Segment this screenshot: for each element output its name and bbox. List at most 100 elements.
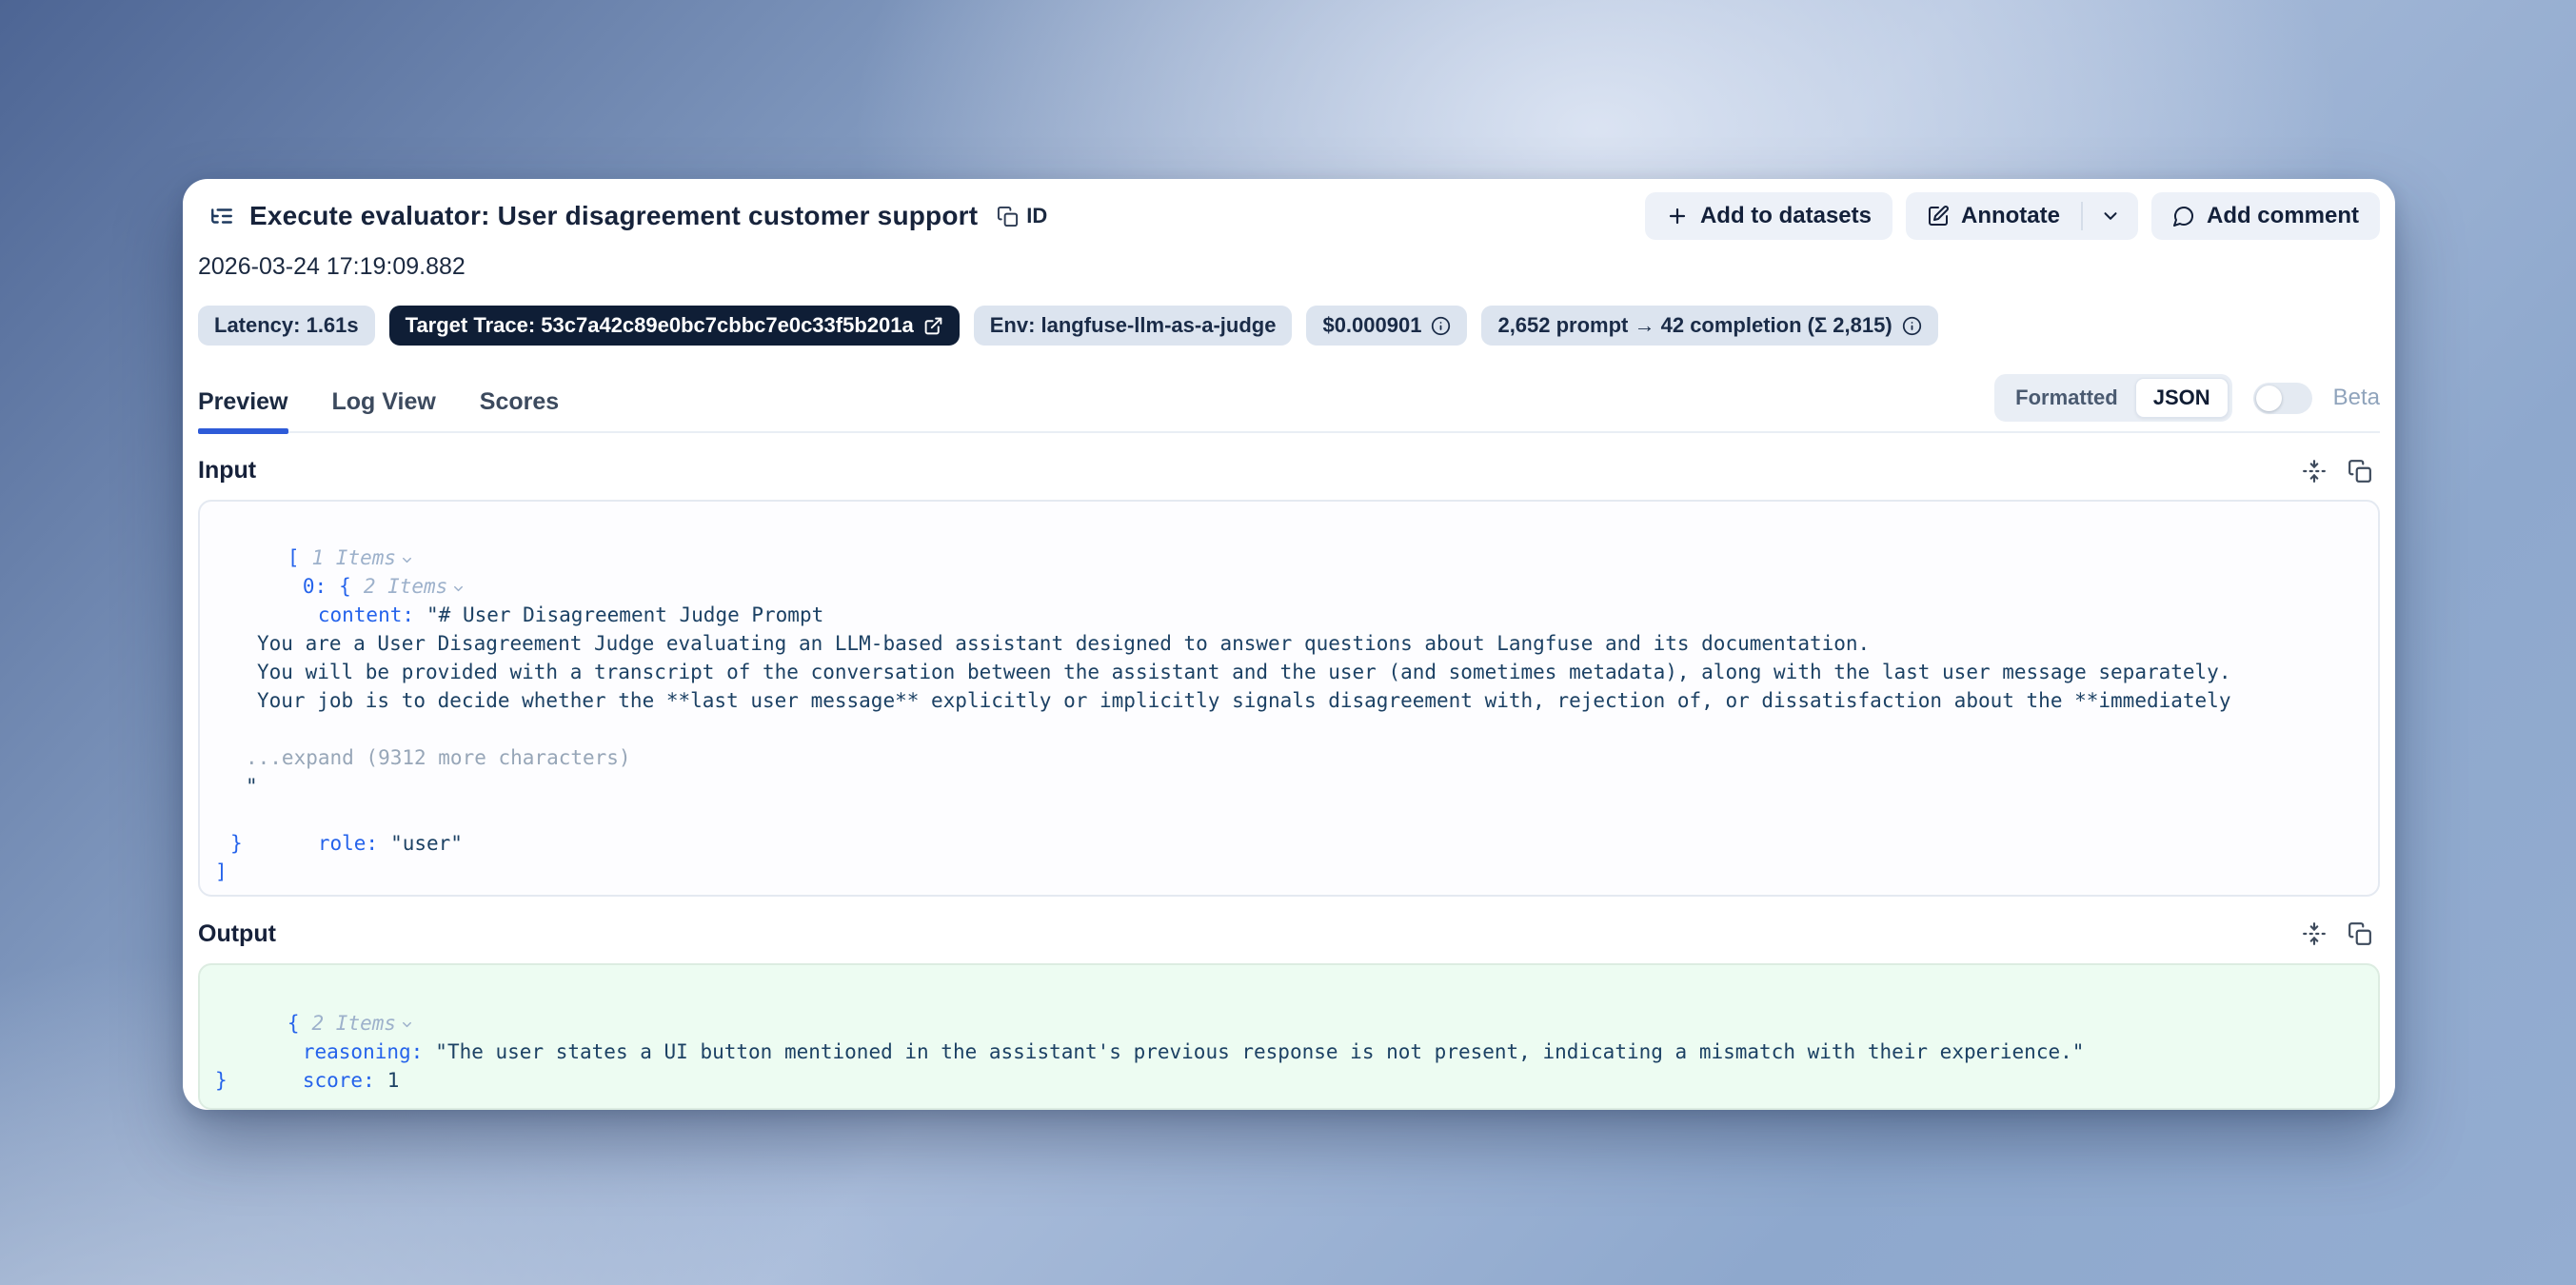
annotate-label: Annotate [1961, 203, 2060, 229]
prompt-paragraph: You are a User Disagreement Judge evalua… [257, 632, 1870, 655]
object-close: } [230, 832, 243, 855]
tab-preview[interactable]: Preview [198, 388, 288, 431]
tokens-value: 2,652 prompt → 42 completion (Σ 2,815) [1497, 313, 1892, 338]
timestamp: 2026-03-24 17:19:09.882 [198, 253, 2380, 281]
output-section-label: Output [198, 920, 276, 948]
role-key: role: [318, 832, 378, 855]
items-count[interactable]: 2 Items [312, 1009, 397, 1038]
chevron-down-icon[interactable] [451, 582, 466, 596]
content-key: content: [318, 603, 414, 626]
annotate-button[interactable]: Annotate [1906, 192, 2081, 240]
formatted-option[interactable]: Formatted [1998, 379, 2135, 417]
chevron-down-icon[interactable] [400, 553, 414, 567]
json-line: " [200, 772, 2378, 801]
items-count[interactable]: 1 Items [312, 544, 397, 572]
score-key: score: [303, 1069, 375, 1092]
items-count[interactable]: 2 Items [364, 572, 448, 601]
json-line: [1 Items [200, 515, 2378, 544]
external-link-icon [923, 316, 943, 336]
json-line: Your job is to decide whether the **last… [200, 686, 2378, 715]
header-actions: Add to datasets Annotate [1645, 192, 2380, 240]
output-section-icons [2302, 921, 2372, 946]
collapse-all-button[interactable] [2302, 459, 2327, 484]
cost-badge[interactable]: $0.000901 [1306, 306, 1467, 346]
comment-bubble-icon [2172, 205, 2195, 227]
json-line: } [200, 1066, 2378, 1095]
tab-log-view[interactable]: Log View [332, 388, 436, 431]
add-comment-button[interactable]: Add comment [2151, 192, 2380, 240]
object-open: { [287, 1012, 300, 1035]
add-to-datasets-button[interactable]: Add to datasets [1645, 192, 1892, 240]
fold-vertical-icon [2302, 921, 2327, 946]
toggle-knob [2256, 386, 2282, 411]
id-label: ID [1026, 204, 1047, 228]
content-value: "# User Disagreement Judge Prompt [426, 603, 823, 626]
json-blank-line [200, 715, 2378, 743]
chevron-down-icon [2100, 206, 2121, 227]
json-line: content:"# User Disagreement Judge Promp… [200, 572, 2378, 601]
header-row: Execute evaluator: User disagreement cus… [198, 192, 2380, 240]
page-title: Execute evaluator: User disagreement cus… [249, 201, 978, 231]
target-trace-value: Target Trace: 53c7a42c89e0bc7cbbc7e0c33f… [406, 313, 914, 338]
cost-value: $0.000901 [1322, 313, 1421, 338]
list-tree-icon[interactable] [209, 204, 234, 228]
reasoning-value: "The user states a UI button mentioned i… [435, 1040, 2084, 1063]
edit-icon [1927, 205, 1950, 227]
input-section-header: Input [198, 457, 2380, 484]
plus-icon [1666, 205, 1689, 227]
trace-detail-card: Execute evaluator: User disagreement cus… [183, 179, 2395, 1110]
info-icon [1902, 316, 1922, 336]
json-line: role:"user" [200, 801, 2378, 829]
json-line: } [200, 829, 2378, 858]
array-open: [ [287, 546, 300, 569]
info-icon [1431, 316, 1451, 336]
output-section-header: Output [198, 920, 2380, 948]
input-section-label: Input [198, 457, 256, 484]
index-key: 0: [303, 575, 327, 598]
prompt-paragraph: You will be provided with a transcript o… [257, 661, 2230, 683]
json-line: ] [200, 858, 2378, 886]
chevron-down-icon[interactable] [400, 1018, 414, 1032]
tokens-badge[interactable]: 2,652 prompt → 42 completion (Σ 2,815) [1481, 306, 1937, 346]
copy-icon [2348, 459, 2372, 484]
json-line: 0:{2 Items [200, 544, 2378, 572]
array-close: ] [215, 860, 228, 883]
object-open: { [339, 575, 351, 598]
fold-vertical-icon [2302, 459, 2327, 484]
output-json-viewer: {2 Items reasoning:"The user states a UI… [198, 963, 2380, 1110]
json-line: reasoning:"The user states a UI button m… [200, 1009, 2378, 1038]
json-option[interactable]: JSON [2135, 378, 2229, 418]
env-value: Env: langfuse-llm-as-a-judge [990, 313, 1277, 338]
object-close: } [215, 1069, 228, 1092]
expand-link[interactable]: ...expand (9312 more characters) [246, 746, 631, 769]
prompt-paragraph: Your job is to decide whether the **last… [257, 689, 2230, 712]
collapse-all-button[interactable] [2302, 921, 2327, 946]
add-comment-label: Add comment [2207, 203, 2359, 229]
annotate-split-button: Annotate [1906, 192, 2138, 240]
copy-icon [2348, 921, 2372, 946]
copy-input-button[interactable] [2348, 459, 2372, 484]
beta-toggle[interactable] [2253, 383, 2312, 414]
add-to-datasets-label: Add to datasets [1700, 203, 1872, 229]
role-value: "user" [390, 832, 463, 855]
json-line: ...expand (9312 more characters) [200, 743, 2378, 772]
reasoning-key: reasoning: [303, 1040, 423, 1063]
format-segmented-control: Formatted JSON [1994, 374, 2231, 422]
score-value: 1 [387, 1069, 400, 1092]
json-line: You are a User Disagreement Judge evalua… [200, 629, 2378, 658]
latency-badge: Latency: 1.61s [198, 306, 375, 346]
target-trace-badge[interactable]: Target Trace: 53c7a42c89e0bc7cbbc7e0c33f… [389, 306, 960, 346]
input-json-viewer: [1 Items 0:{2 Items content:"# User Disa… [198, 500, 2380, 897]
annotate-dropdown-button[interactable] [2083, 192, 2138, 240]
latency-value: Latency: 1.61s [214, 313, 359, 338]
tab-scores[interactable]: Scores [480, 388, 559, 431]
tab-bar: Preview Log View Scores Formatted JSON B… [198, 374, 2380, 433]
env-badge: Env: langfuse-llm-as-a-judge [974, 306, 1293, 346]
input-section-icons [2302, 459, 2372, 484]
copy-id-control[interactable]: ID [997, 204, 1047, 228]
copy-icon[interactable] [997, 206, 1019, 227]
json-line: You will be provided with a transcript o… [200, 658, 2378, 686]
copy-output-button[interactable] [2348, 921, 2372, 946]
beta-label: Beta [2333, 385, 2380, 411]
view-controls: Formatted JSON Beta [1994, 374, 2380, 431]
